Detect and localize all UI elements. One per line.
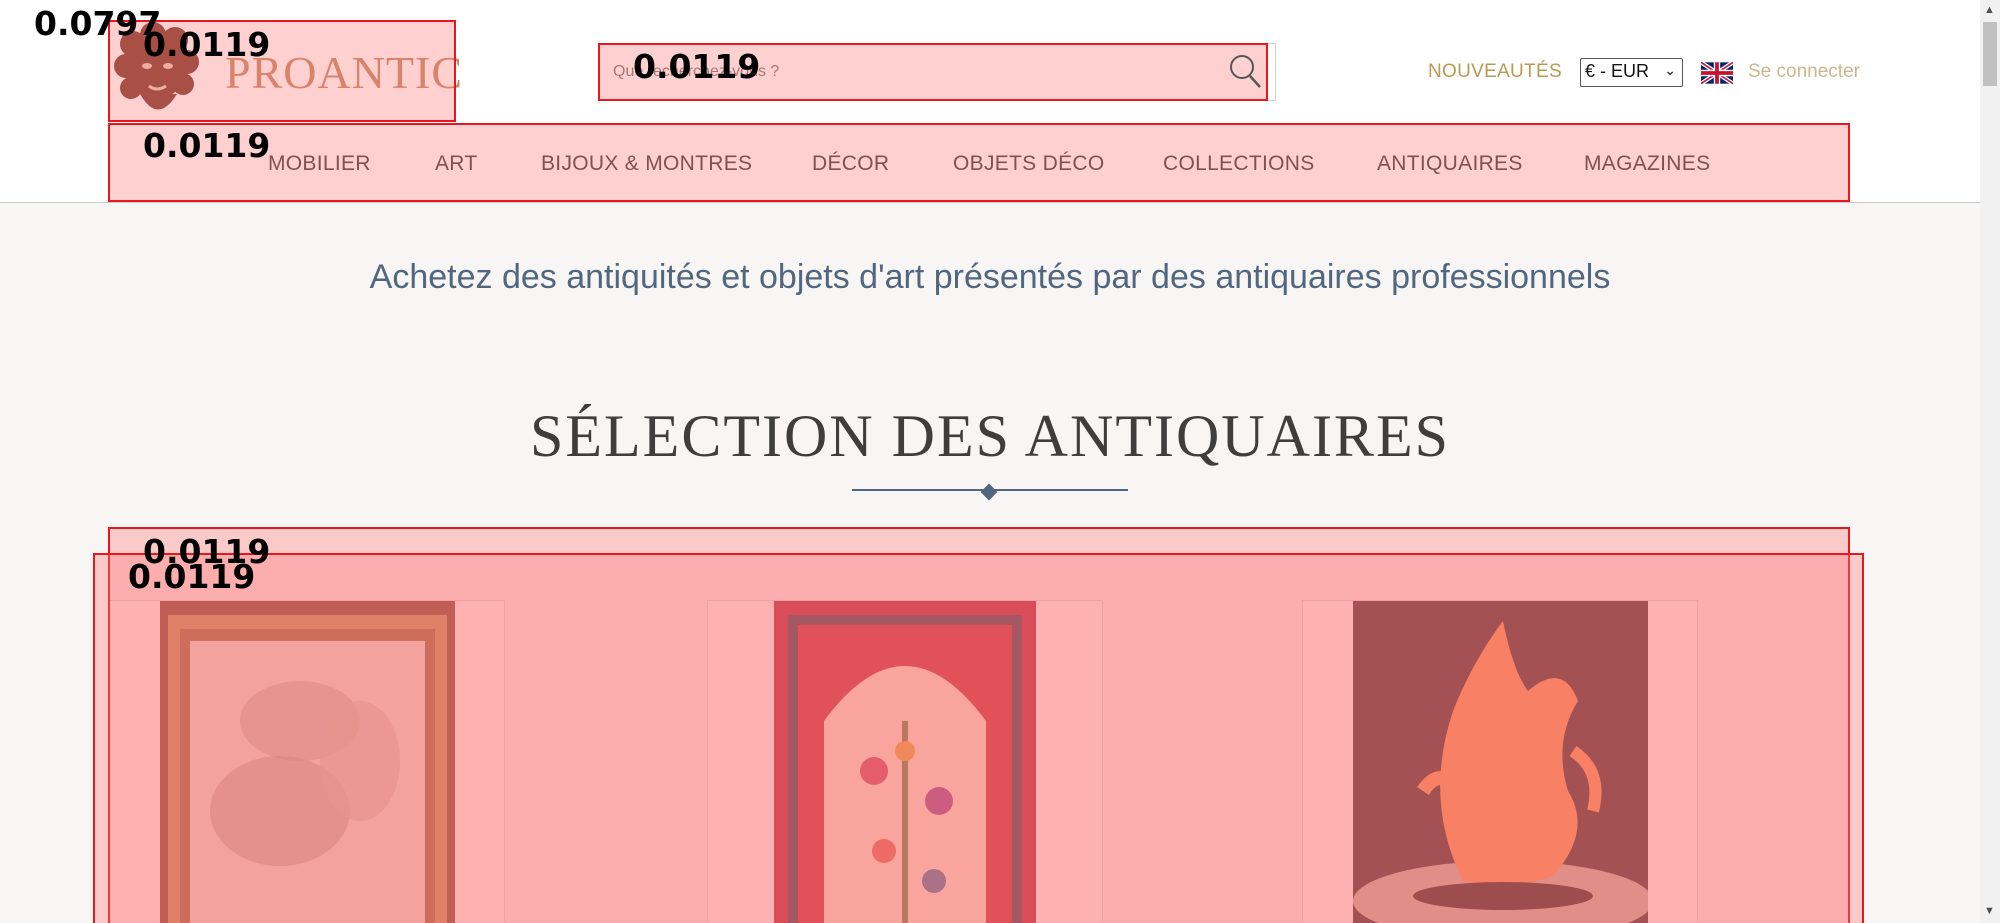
score-label-logo: 0.0119 <box>143 25 271 64</box>
section-title: SÉLECTION DES ANTIQUAIRES <box>530 403 1450 469</box>
currency-select[interactable]: € - EUR ⌄ <box>1580 58 1683 87</box>
overlay-box-nav <box>108 123 1850 202</box>
uk-flag-icon[interactable] <box>1701 62 1733 84</box>
score-label-nav: 0.0119 <box>143 126 271 165</box>
page-scrollbar[interactable] <box>1980 0 2000 923</box>
scrollbar-thumb[interactable] <box>1983 22 1997 86</box>
scroll-down-icon[interactable]: ▼ <box>1984 905 1995 917</box>
currency-value: € - EUR <box>1585 61 1650 81</box>
page-tagline: Achetez des antiquités et objets d'art p… <box>369 258 1611 296</box>
chevron-down-icon: ⌄ <box>1664 62 1676 78</box>
nouveautes-link[interactable]: NOUVEAUTÉS <box>1428 61 1562 83</box>
overlay-box-cards <box>93 553 1864 923</box>
login-link[interactable]: Se connecter <box>1748 61 1860 83</box>
search-icon[interactable] <box>1228 53 1262 89</box>
score-label-cards: 0.0119 <box>128 557 256 596</box>
score-label-search: 0.0119 <box>633 47 761 86</box>
divider-diamond <box>980 483 998 501</box>
scroll-up-icon[interactable]: ▲ <box>1984 4 1995 16</box>
